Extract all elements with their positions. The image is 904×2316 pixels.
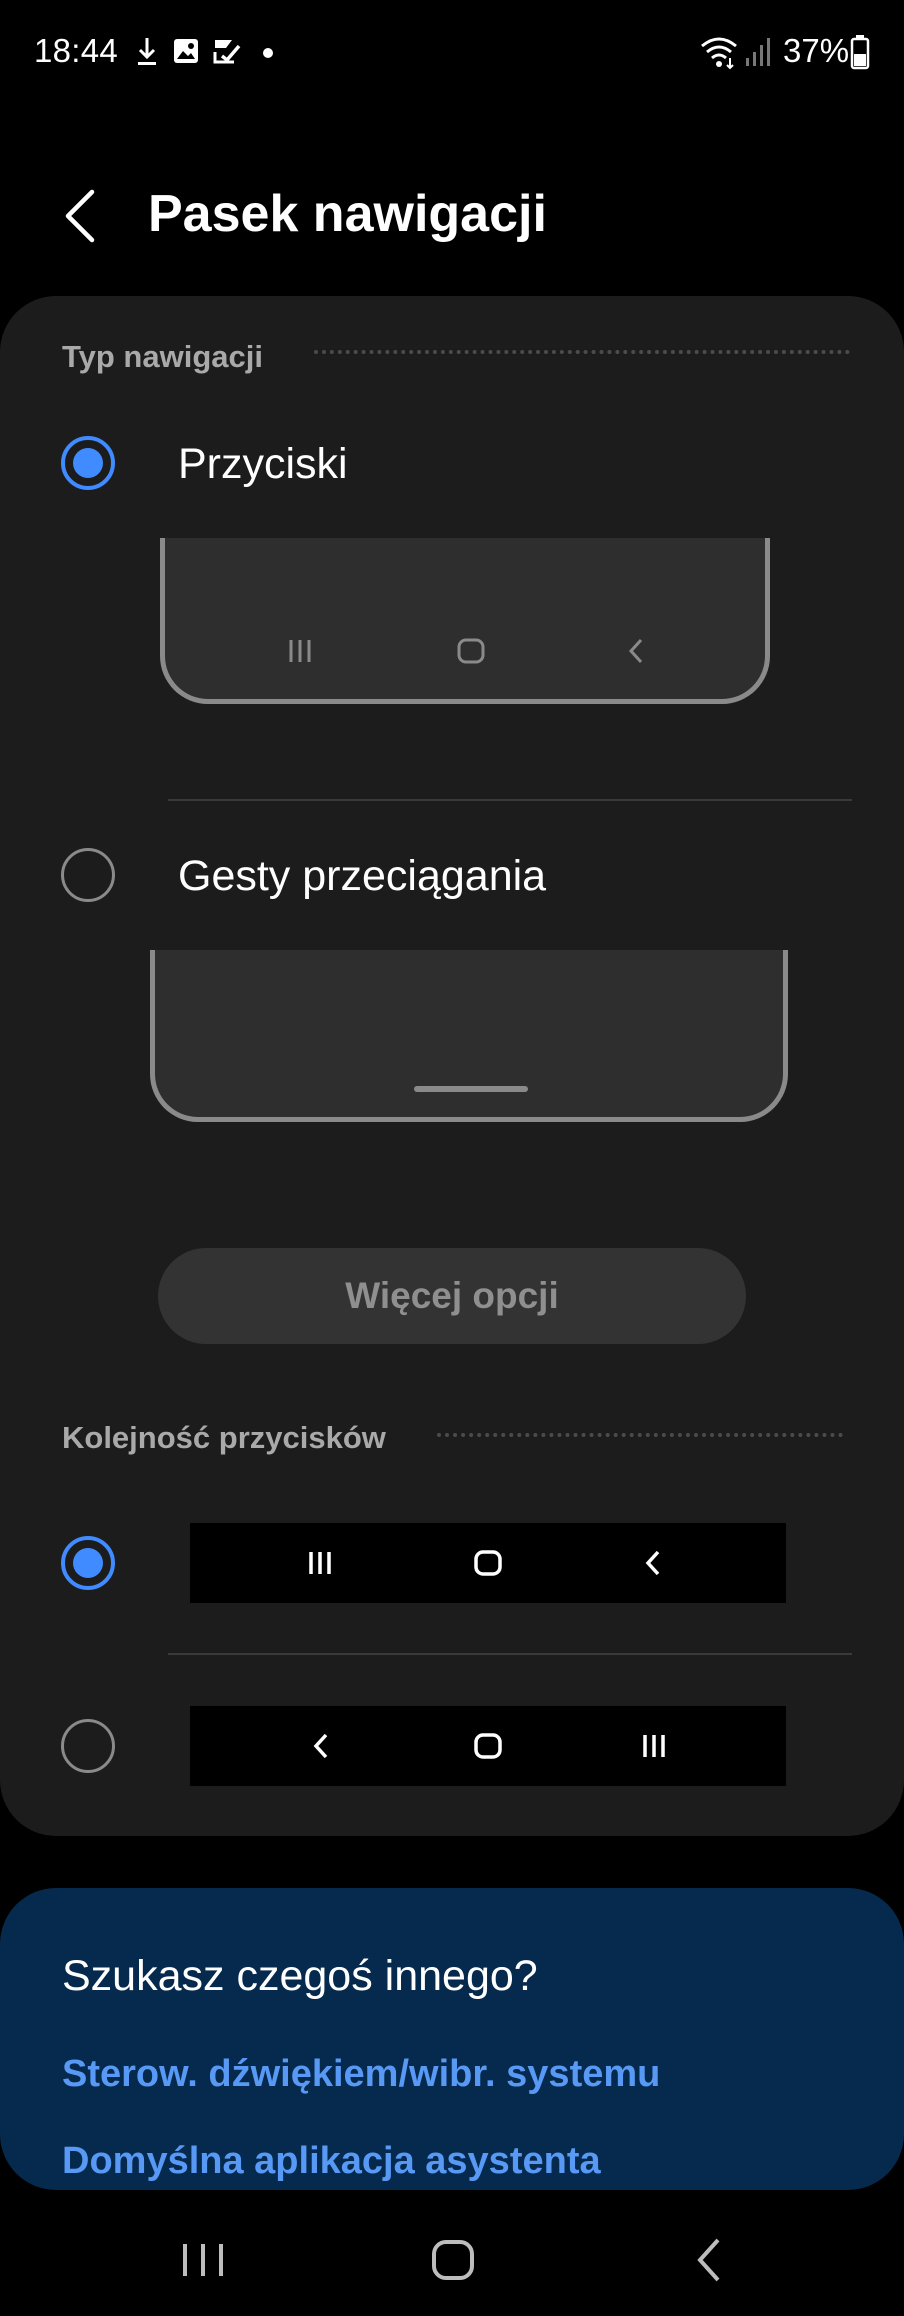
- radio-gesture-navigation[interactable]: [61, 848, 115, 902]
- dot-icon: [262, 46, 274, 64]
- recents-icon: [309, 1552, 331, 1574]
- nav-recents-button[interactable]: [163, 2230, 243, 2290]
- signal-icon: [744, 36, 772, 73]
- battery-icon: [850, 34, 870, 75]
- more-options-button[interactable]: Więcej opcji: [158, 1248, 746, 1344]
- option-label-buttons[interactable]: Przyciski: [178, 440, 348, 489]
- wifi-icon: [700, 36, 738, 75]
- screen: 18:44 37% Pasek nawigacji Typ nawigacji: [0, 0, 904, 2316]
- page-title: Pasek nawigacji: [148, 185, 547, 243]
- home-icon: [474, 1733, 502, 1759]
- home-icon: [457, 638, 485, 664]
- radio-order-recents-home-back[interactable]: [61, 1536, 115, 1590]
- status-bar: 18:44 37%: [0, 0, 904, 104]
- button-order-preview-1[interactable]: [190, 1523, 786, 1603]
- section-header-navigation-type: Typ nawigacji: [62, 339, 263, 374]
- radio-order-back-home-recents[interactable]: [61, 1719, 115, 1773]
- link-sound-vibration[interactable]: Sterow. dźwiękiem/wibr. systemu: [62, 2053, 660, 2096]
- back-icon: [697, 2238, 720, 2282]
- nav-home-button[interactable]: [414, 2230, 494, 2290]
- help-title: Szukasz czegoś innego?: [62, 1952, 538, 2000]
- link-default-assistant[interactable]: Domyślna aplikacja asystenta: [62, 2140, 601, 2183]
- back-arrow-icon: [65, 189, 95, 243]
- battery-percentage: 37%: [783, 32, 850, 69]
- tasks-icon: [212, 36, 242, 71]
- section-divider-dots: [437, 1433, 843, 1437]
- image-icon: [172, 36, 200, 71]
- buttons-navigation-preview[interactable]: [160, 538, 770, 704]
- button-order-preview-2[interactable]: [190, 1706, 786, 1786]
- back-icon: [645, 1550, 660, 1576]
- back-button[interactable]: [50, 180, 110, 250]
- option-label-gestures[interactable]: Gesty przeciągania: [178, 852, 546, 901]
- status-time: 18:44: [34, 32, 119, 69]
- download-icon: [136, 36, 158, 73]
- recents-icon: [643, 1735, 665, 1757]
- home-icon: [474, 1550, 502, 1576]
- recents-icon: [289, 640, 311, 662]
- divider: [168, 1653, 852, 1655]
- back-icon: [313, 1733, 328, 1759]
- section-header-button-order: Kolejność przycisków: [62, 1420, 386, 1455]
- gesture-navigation-preview[interactable]: [150, 950, 788, 1122]
- back-icon: [628, 638, 643, 664]
- gesture-handle-icon: [414, 1086, 528, 1092]
- home-icon: [432, 2240, 474, 2280]
- section-divider-dots: [314, 350, 850, 354]
- recents-icon: [183, 2244, 223, 2276]
- radio-buttons-navigation[interactable]: [61, 436, 115, 490]
- nav-back-button[interactable]: [668, 2230, 748, 2290]
- divider: [168, 799, 852, 801]
